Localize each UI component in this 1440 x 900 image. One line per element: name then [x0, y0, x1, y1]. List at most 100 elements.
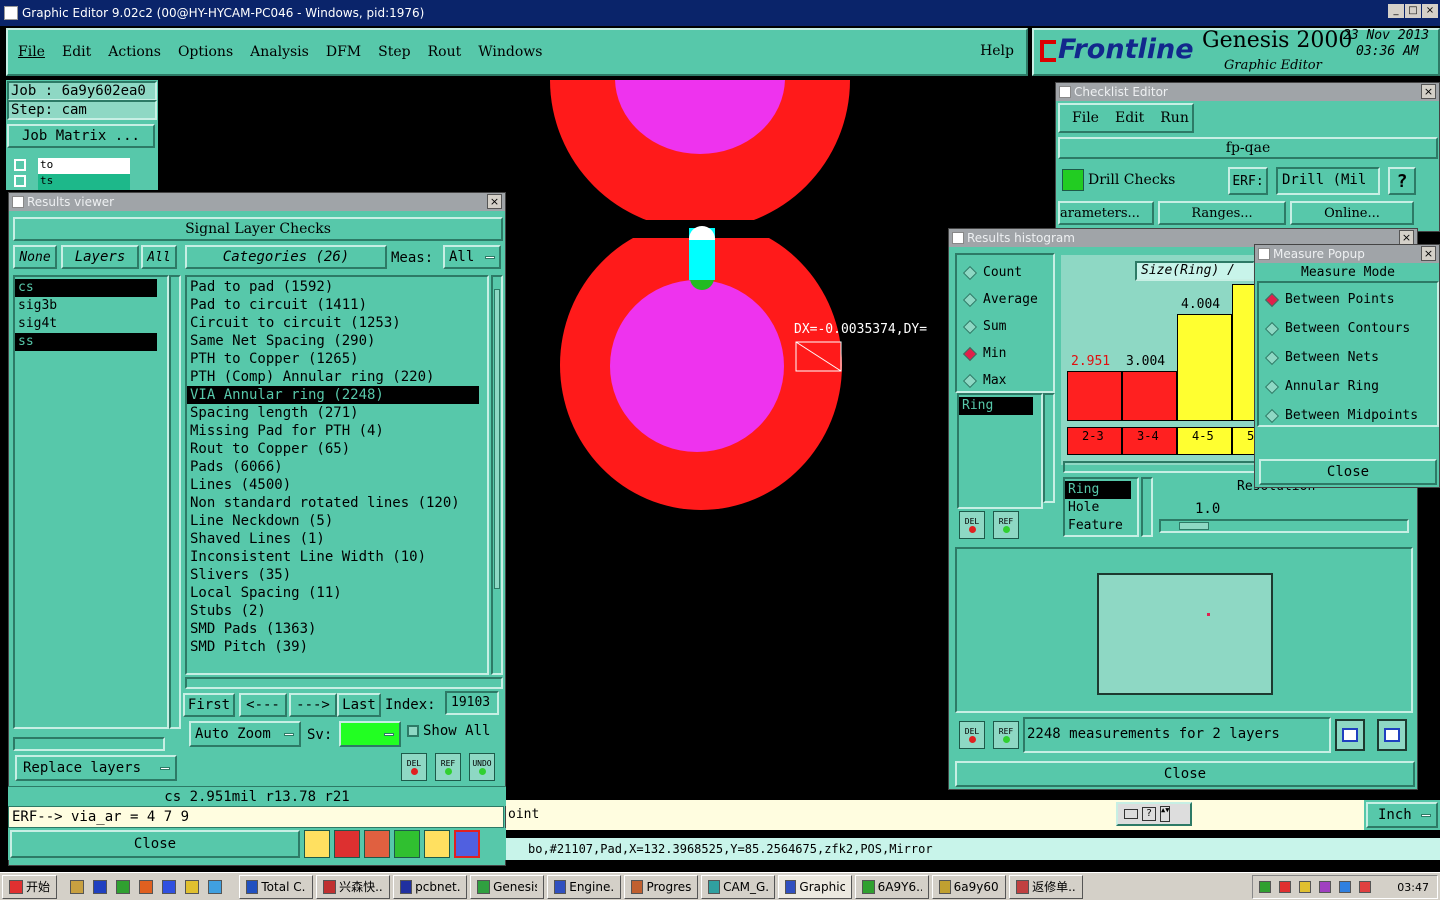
- film-tool-icon[interactable]: [334, 830, 360, 858]
- category-list-item[interactable]: Non standard rotated lines (120): [187, 494, 487, 512]
- layer-row-1[interactable]: to: [12, 158, 130, 174]
- menu-windows[interactable]: Windows: [478, 44, 542, 60]
- maximize-icon[interactable]: □: [1405, 4, 1421, 18]
- histogram-close-button[interactable]: Close: [955, 761, 1415, 787]
- network-icon[interactable]: [1259, 881, 1271, 893]
- start-button[interactable]: 开始: [2, 874, 58, 899]
- type-list[interactable]: Ring Hole Feature: [1063, 477, 1139, 537]
- mode-between-contours[interactable]: Between Contours: [1264, 314, 1437, 343]
- spin-icon[interactable]: ▲▼: [1160, 806, 1170, 822]
- online-button[interactable]: Online...: [1290, 201, 1414, 225]
- layer-list-scrollbar[interactable]: [169, 275, 181, 729]
- radio-icon[interactable]: [1264, 350, 1280, 365]
- layer-list-item[interactable]: cs: [15, 279, 157, 297]
- layer-tool-icon[interactable]: [304, 830, 330, 858]
- menu-analysis[interactable]: Analysis: [250, 44, 309, 60]
- category-list-item[interactable]: Rout to Copper (65): [187, 440, 487, 458]
- histogram-list-scrollbar[interactable]: [1043, 393, 1055, 503]
- stat-average[interactable]: Average: [962, 286, 1053, 313]
- category-list-item[interactable]: Pad to pad (1592): [187, 278, 487, 296]
- layer-checkbox-icon[interactable]: [14, 159, 26, 171]
- taskbar-item[interactable]: pcbnet...: [393, 874, 468, 899]
- category-list-item[interactable]: PTH to Copper (1265): [187, 350, 487, 368]
- taskbar-item[interactable]: Genesis: [470, 874, 545, 899]
- histogram-bar[interactable]: [1067, 371, 1122, 421]
- radio-icon[interactable]: [1264, 292, 1280, 307]
- replace-layers-dropdown[interactable]: Replace layers: [15, 755, 177, 781]
- menu-actions[interactable]: Actions: [108, 44, 161, 60]
- category-list-item[interactable]: Pad to circuit (1411): [187, 296, 487, 314]
- radio-icon[interactable]: [962, 265, 978, 280]
- category-list-item[interactable]: Circuit to circuit (1253): [187, 314, 487, 332]
- show-all-checkbox[interactable]: [407, 725, 419, 737]
- quick-launch-icon[interactable]: [139, 879, 154, 894]
- menu-options[interactable]: Options: [178, 44, 233, 60]
- menu-dfm[interactable]: DFM: [326, 44, 361, 60]
- histogram-bar[interactable]: [1177, 314, 1232, 421]
- layer-list[interactable]: cs sig3b sig4t ss: [13, 275, 169, 729]
- category-list-item[interactable]: Same Net Spacing (290): [187, 332, 487, 350]
- category-list-item[interactable]: Local Spacing (11): [187, 584, 487, 602]
- histogram-hscrollbar[interactable]: [1063, 461, 1259, 473]
- category-list-item[interactable]: Inconsistent Line Width (10): [187, 548, 487, 566]
- index-field[interactable]: 19103: [445, 691, 499, 715]
- checklist-menu-run[interactable]: Run: [1160, 110, 1189, 126]
- first-button[interactable]: First: [183, 693, 235, 717]
- category-list[interactable]: Pad to pad (1592) Pad to circuit (1411) Ci…: [185, 275, 489, 675]
- category-list-item[interactable]: Missing Pad for PTH (4): [187, 422, 487, 440]
- mode-annular-ring[interactable]: Annular Ring: [1264, 372, 1437, 401]
- quick-launch-icon[interactable]: [93, 879, 108, 894]
- type-list-scrollbar[interactable]: [1141, 477, 1153, 537]
- ranges-button[interactable]: Ranges...: [1158, 201, 1286, 225]
- type-list-item[interactable]: Ring: [1065, 481, 1131, 499]
- category-list-item[interactable]: Lines (4500): [187, 476, 487, 494]
- measure-field[interactable]: Size(Ring) /: [1135, 261, 1255, 281]
- stat-count[interactable]: Count: [962, 259, 1053, 286]
- del-button[interactable]: DEL: [959, 721, 985, 749]
- layer-row-2[interactable]: ts: [12, 174, 130, 190]
- histogram-tool-icon[interactable]: [454, 830, 480, 858]
- ref-button[interactable]: REF: [993, 511, 1019, 539]
- layer-checkbox-icon[interactable]: [14, 175, 26, 187]
- ref-x-tool-icon[interactable]: [364, 830, 390, 858]
- zoom-out-tool-icon[interactable]: [1377, 719, 1407, 751]
- del-button[interactable]: DEL: [401, 753, 427, 781]
- menu-edit[interactable]: Edit: [62, 44, 91, 60]
- radio-icon[interactable]: [962, 346, 978, 361]
- category-list-item[interactable]: Spacing length (271): [187, 404, 487, 422]
- resolution-slider[interactable]: [1159, 519, 1409, 533]
- taskbar-item[interactable]: Progress: [624, 874, 699, 899]
- taskbar-item[interactable]: CAM_G...: [701, 874, 776, 899]
- radio-icon[interactable]: [962, 373, 978, 388]
- stat-min[interactable]: Min: [962, 340, 1053, 367]
- close-button[interactable]: Close: [10, 830, 300, 858]
- category-hscrollbar[interactable]: [185, 677, 503, 689]
- tray-icon[interactable]: [1359, 881, 1371, 893]
- taskbar-item[interactable]: Total C...: [239, 874, 314, 899]
- minimize-icon[interactable]: _: [1388, 4, 1404, 18]
- taskbar-item[interactable]: Graphic...: [778, 874, 853, 899]
- job-matrix-button[interactable]: Job Matrix ...: [7, 124, 155, 148]
- category-list-item[interactable]: SMD Pitch (39): [187, 638, 487, 656]
- radio-icon[interactable]: [1264, 321, 1280, 336]
- sv-color-dropdown[interactable]: [339, 721, 401, 747]
- category-list-item[interactable]: Stubs (2): [187, 602, 487, 620]
- type-list-item[interactable]: Hole: [1065, 499, 1137, 517]
- quick-launch-icon[interactable]: [116, 879, 131, 894]
- quick-launch-icon[interactable]: [162, 879, 177, 894]
- category-list-item[interactable]: Pads (6066): [187, 458, 487, 476]
- menu-step[interactable]: Step: [378, 44, 410, 60]
- all-layers-button[interactable]: All: [141, 245, 177, 269]
- histogram-list[interactable]: Ring: [957, 393, 1043, 509]
- checklist-menu-edit[interactable]: Edit: [1115, 110, 1144, 126]
- mode-between-points[interactable]: Between Points: [1264, 285, 1437, 314]
- category-list-item[interactable]: Shaved Lines (1): [187, 530, 487, 548]
- close-icon[interactable]: ×: [1421, 246, 1436, 261]
- menu-help[interactable]: Help: [980, 43, 1014, 59]
- histogram-list-item[interactable]: Ring: [959, 397, 1033, 415]
- ref-button[interactable]: REF: [993, 721, 1019, 749]
- close-icon[interactable]: ×: [1422, 4, 1438, 18]
- category-list-item[interactable]: SMD Pads (1363): [187, 620, 487, 638]
- taskbar-item[interactable]: 返修单...: [1009, 874, 1084, 899]
- category-list-item[interactable]: Slivers (35): [187, 566, 487, 584]
